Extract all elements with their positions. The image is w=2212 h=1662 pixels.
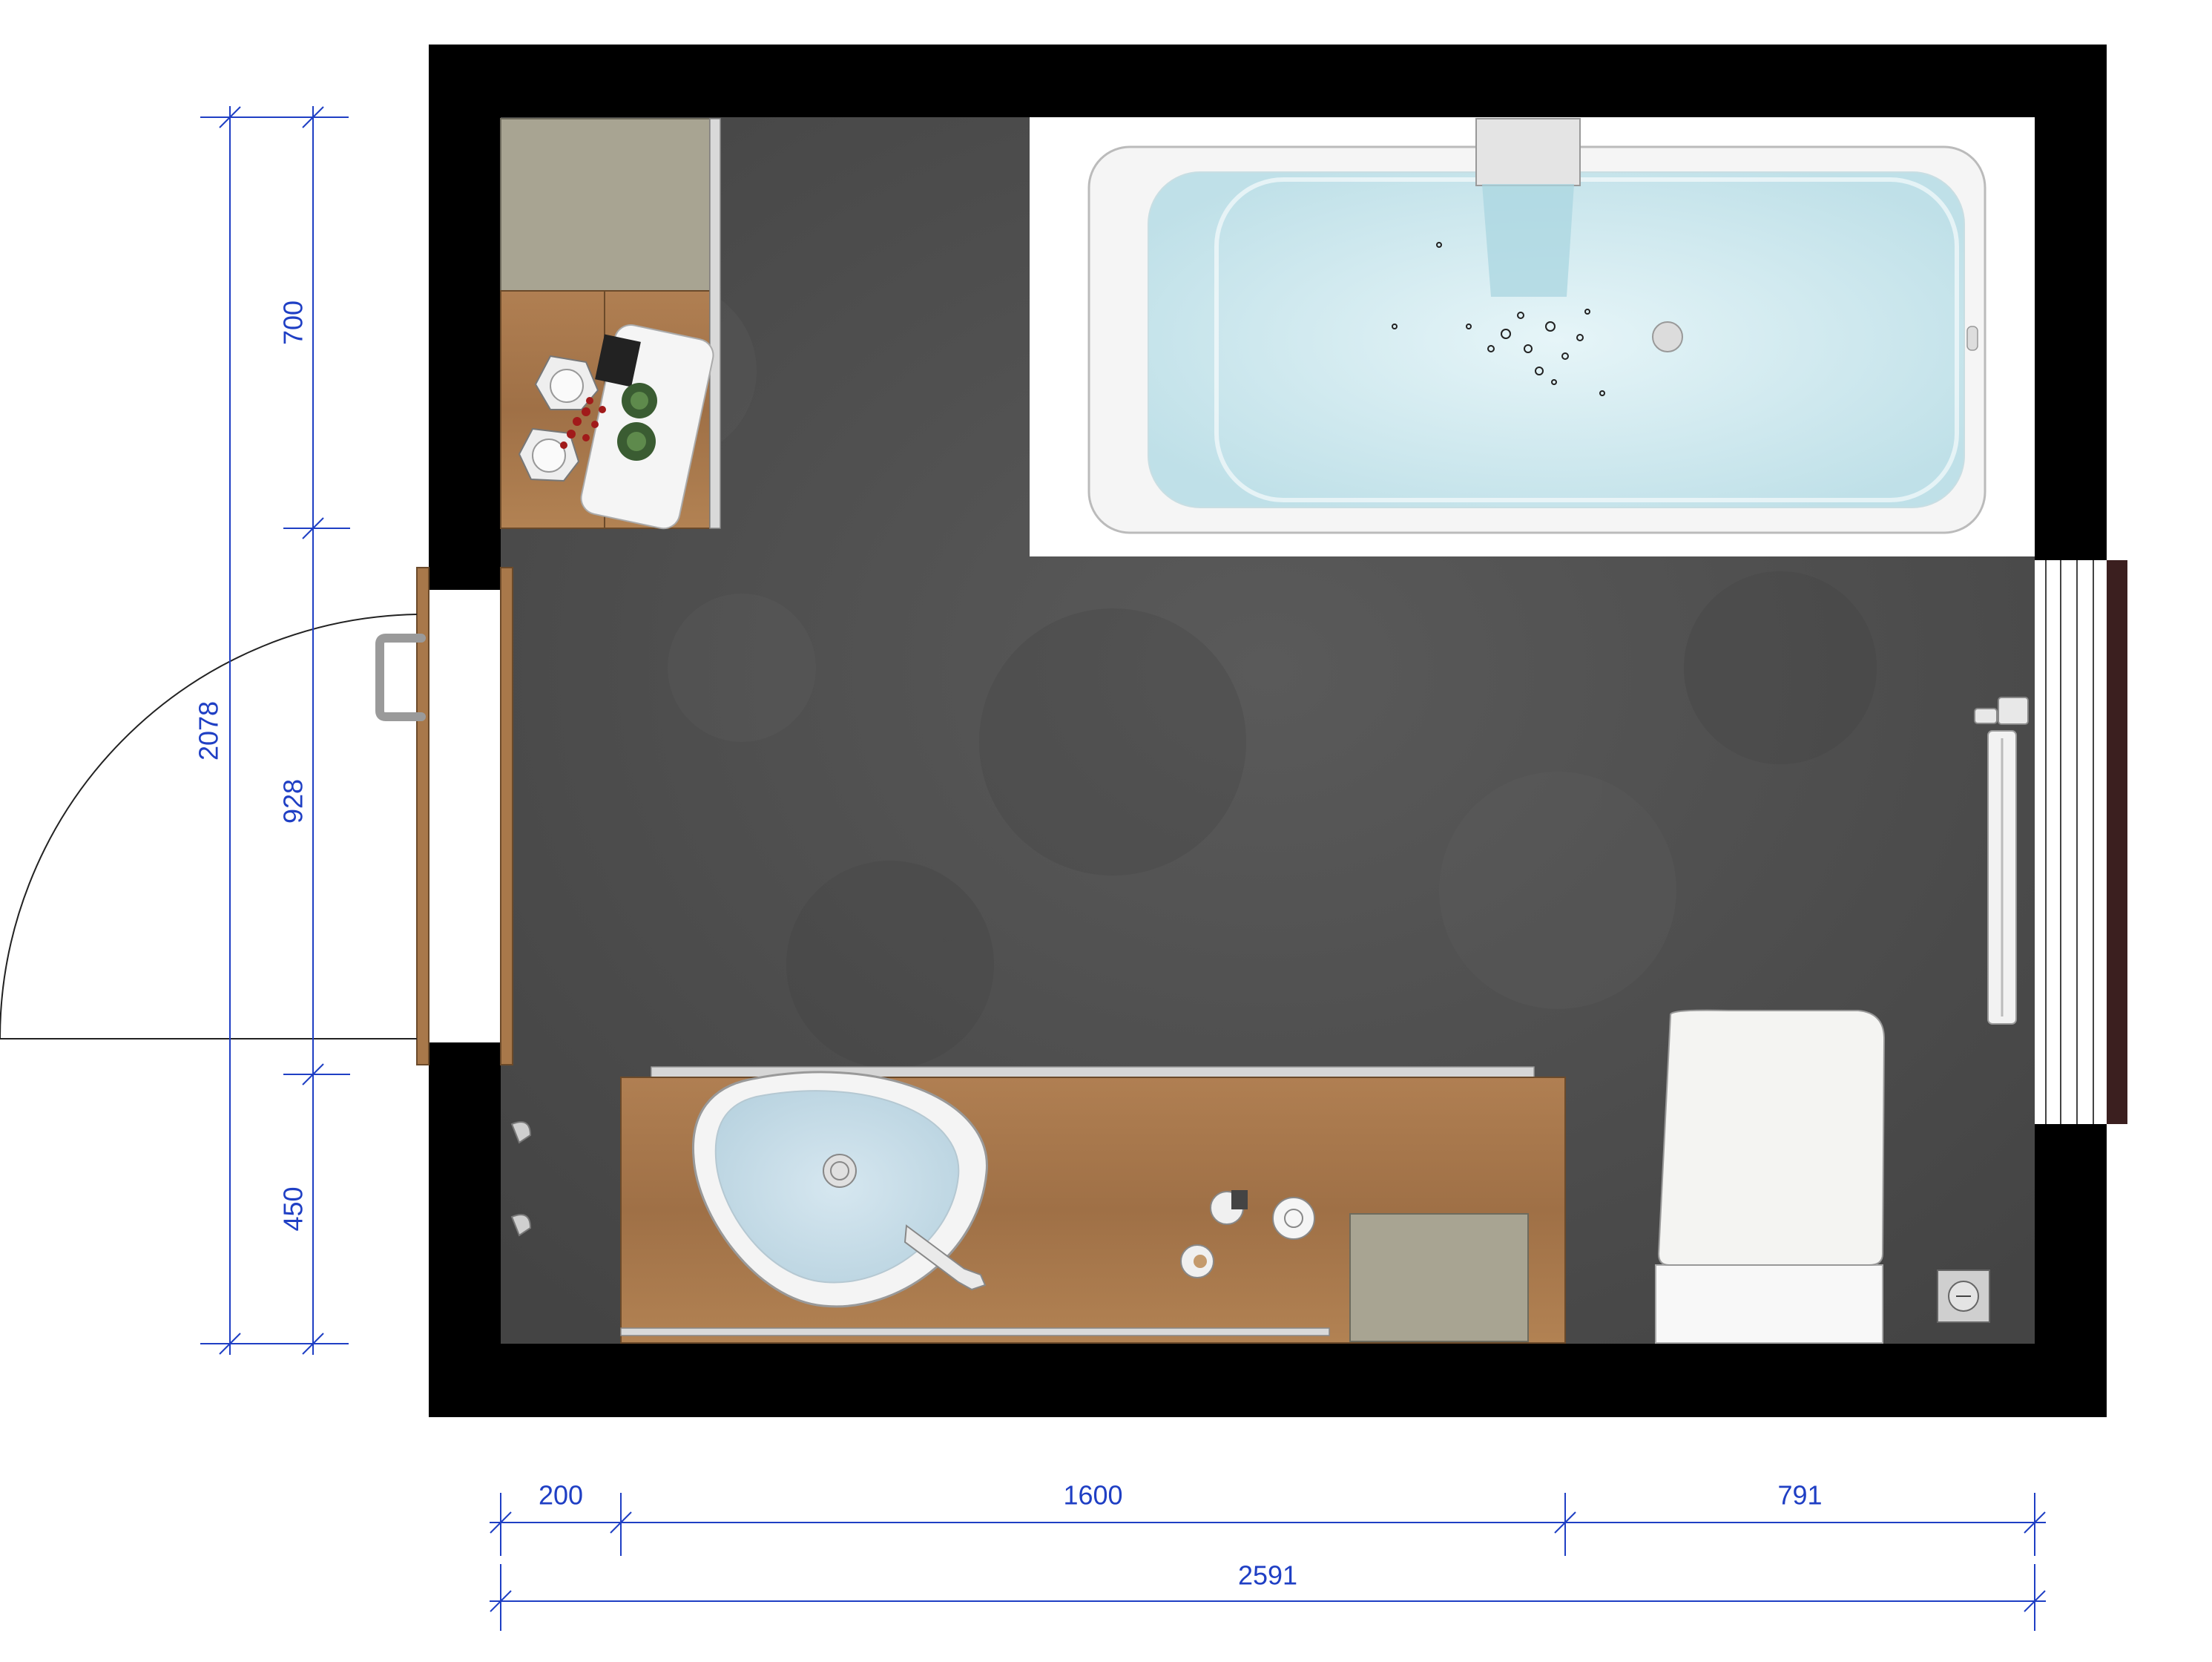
toilet-lid[interactable] — [1657, 1009, 1886, 1266]
bathroom-floor-plan: 2078 700 928 450 200 1600 791 2591 — [0, 45, 2127, 1631]
bath-spout[interactable] — [1475, 118, 1581, 186]
overflow — [1966, 326, 1978, 351]
bathtub-drain[interactable] — [1652, 321, 1683, 352]
floor-drain-icon[interactable] — [1937, 1270, 1990, 1323]
dim-label-vertical-middle: 928 — [278, 779, 309, 824]
shelf-cabinet-top — [500, 118, 711, 292]
bathtub-icon[interactable] — [1087, 118, 1986, 534]
sink-drain[interactable] — [823, 1154, 857, 1188]
vanity — [620, 1066, 1566, 1344]
water-stream — [1482, 184, 1574, 297]
window-sill — [2107, 560, 2127, 1124]
dim-label-horizontal-total: 2591 — [1238, 1560, 1297, 1591]
dim-label-vertical-total: 2078 — [194, 701, 224, 761]
dim-label-horizontal-left: 200 — [539, 1480, 583, 1511]
shelf-side-panel — [709, 118, 721, 529]
radiator-valve[interactable] — [1998, 697, 2029, 725]
door-swing-arc — [0, 614, 418, 1039]
door-opening — [429, 590, 501, 1042]
dim-label-horizontal-right: 791 — [1777, 1480, 1822, 1511]
door-handle[interactable] — [375, 634, 426, 721]
dim-label-vertical-top: 700 — [278, 300, 309, 345]
vanity-drawer[interactable] — [1349, 1213, 1529, 1342]
dim-label-horizontal-middle: 1600 — [1063, 1480, 1122, 1511]
dim-label-vertical-bottom: 450 — [278, 1186, 309, 1231]
toilet-icon[interactable] — [1655, 1009, 1886, 1344]
vanity-front-strip — [620, 1327, 1330, 1336]
toilet-bowl — [1655, 1264, 1883, 1344]
door-leaf — [500, 567, 513, 1065]
shelf-unit — [500, 118, 721, 530]
